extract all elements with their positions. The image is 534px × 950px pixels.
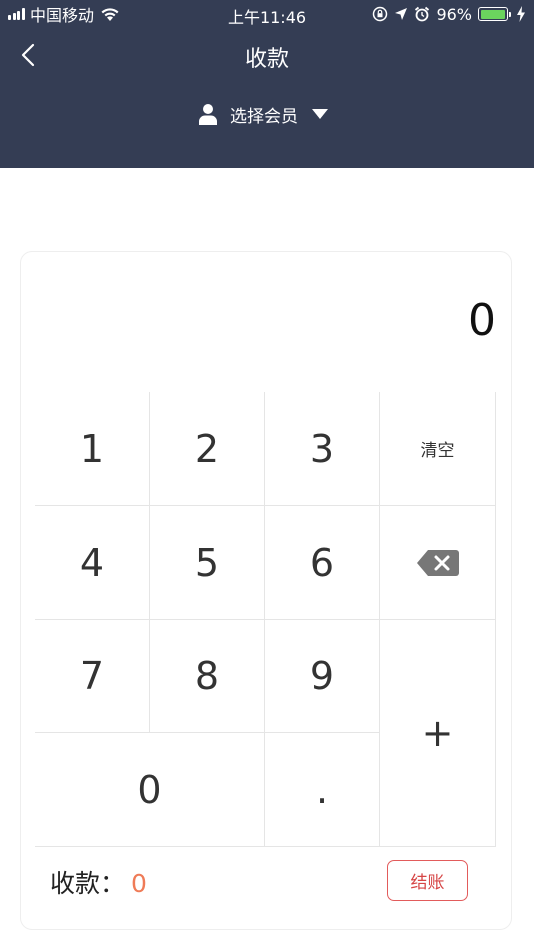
settle-button[interactable]: 结账 [387, 860, 468, 901]
key-3[interactable]: 3 [265, 392, 380, 506]
key-dot[interactable]: . [265, 733, 380, 847]
key-0[interactable]: 0 [35, 733, 265, 847]
total-label: 收款： [50, 869, 126, 898]
battery-percent: 96% [436, 4, 472, 24]
user-icon [199, 104, 217, 125]
key-7[interactable]: 7 [35, 620, 150, 733]
member-select-button[interactable]: 选择会员 [198, 100, 328, 128]
status-right: 96% [366, 4, 526, 24]
battery-icon [478, 7, 511, 21]
backspace-button[interactable] [380, 506, 496, 620]
key-9[interactable]: 9 [265, 620, 380, 733]
header: 中国移动 上午11:46 96% 收款 选择会员 [0, 0, 534, 168]
key-1[interactable]: 1 [35, 392, 150, 506]
key-4[interactable]: 4 [35, 506, 150, 620]
key-6[interactable]: 6 [265, 506, 380, 620]
key-5[interactable]: 5 [150, 506, 265, 620]
battery-level [480, 9, 505, 19]
charging-icon [517, 6, 525, 22]
member-select-label: 选择会员 [230, 106, 298, 127]
keypad: 1 2 3 清空 4 5 6 7 8 9 + 0 . [35, 392, 496, 847]
backspace-icon [416, 549, 459, 576]
total-summary: 收款： 0 [50, 864, 147, 900]
orientation-lock-icon [373, 6, 388, 22]
total-value: 0 [131, 869, 147, 898]
plus-button[interactable]: + [380, 620, 496, 847]
clear-button[interactable]: 清空 [380, 392, 496, 506]
key-2[interactable]: 2 [150, 392, 265, 506]
caret-down-icon [312, 109, 328, 119]
status-bar: 中国移动 上午11:46 96% [0, 0, 534, 28]
key-8[interactable]: 8 [150, 620, 265, 733]
location-icon [395, 8, 408, 20]
amount-display: 0 [468, 295, 496, 346]
page-title: 收款 [244, 47, 289, 72]
alarm-icon [415, 6, 430, 22]
